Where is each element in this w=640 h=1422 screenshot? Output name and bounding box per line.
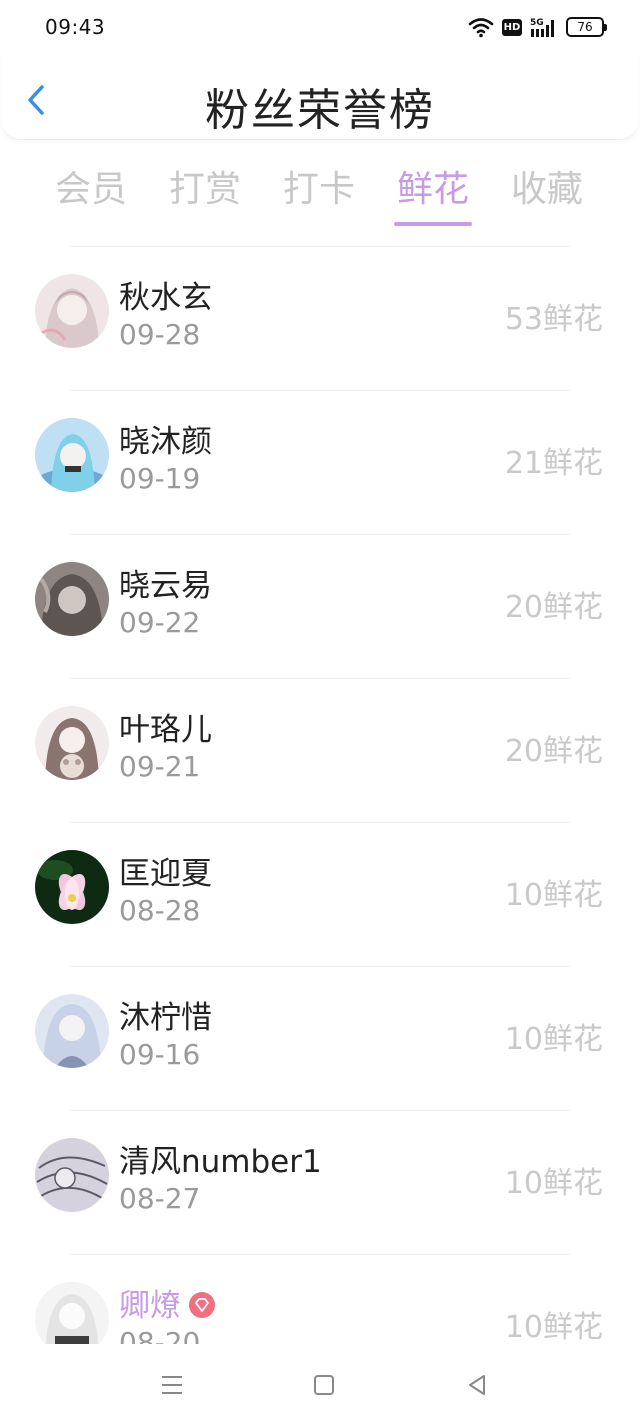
divider bbox=[70, 1110, 570, 1111]
fan-date: 08-27 bbox=[119, 1182, 201, 1215]
list-item[interactable]: 清风number1 08-27 10鲜花 bbox=[0, 1110, 640, 1254]
fan-date: 09-22 bbox=[119, 606, 201, 639]
list-item[interactable]: 匡迎夏 08-28 10鲜花 bbox=[0, 822, 640, 966]
fan-name[interactable]: 秋水玄 bbox=[119, 272, 212, 317]
fan-name[interactable]: 晓云易 bbox=[119, 560, 212, 605]
menu-icon[interactable] bbox=[157, 1370, 187, 1400]
fan-name[interactable]: 卿燎 bbox=[119, 1280, 215, 1325]
battery-level: 76 bbox=[577, 20, 593, 34]
tab-flowers[interactable]: 鲜花 bbox=[388, 160, 478, 212]
fan-name[interactable]: 叶珞儿 bbox=[119, 704, 212, 749]
page-title: 粉丝荣誉榜 bbox=[205, 85, 435, 136]
divider bbox=[70, 246, 570, 247]
list-item[interactable]: 晓云易 09-22 20鲜花 bbox=[0, 534, 640, 678]
fan-date: 09-21 bbox=[119, 750, 201, 783]
avatar[interactable] bbox=[35, 418, 109, 492]
tab-bar: 会员 打赏 打卡 鲜花 收藏 bbox=[0, 160, 640, 232]
flower-count: 10鲜花 bbox=[504, 1022, 603, 1057]
divider bbox=[70, 390, 570, 391]
tab-favorites[interactable]: 收藏 bbox=[502, 160, 592, 212]
fan-date: 09-19 bbox=[119, 462, 201, 495]
divider bbox=[70, 822, 570, 823]
divider bbox=[70, 1254, 570, 1255]
flower-count: 20鲜花 bbox=[504, 734, 603, 769]
fan-date: 08-20 bbox=[119, 1326, 201, 1344]
tab-checkin[interactable]: 打卡 bbox=[274, 160, 364, 212]
home-square-icon[interactable] bbox=[309, 1370, 339, 1400]
status-icons: HD 5G 76 bbox=[468, 16, 607, 38]
avatar[interactable] bbox=[35, 274, 109, 348]
flower-count: 21鲜花 bbox=[504, 446, 603, 481]
active-tab-indicator bbox=[394, 222, 472, 226]
signal-5g-icon: 5G bbox=[530, 18, 554, 37]
list-item[interactable]: 晓沐颜 09-19 21鲜花 bbox=[0, 390, 640, 534]
list-item[interactable]: 沐柠惜 09-16 10鲜花 bbox=[0, 966, 640, 1110]
fan-name[interactable]: 沐柠惜 bbox=[119, 992, 212, 1037]
fan-date: 09-16 bbox=[119, 1038, 201, 1071]
fan-name[interactable]: 晓沐颜 bbox=[119, 416, 212, 461]
divider bbox=[70, 534, 570, 535]
avatar[interactable] bbox=[35, 706, 109, 780]
avatar[interactable] bbox=[35, 562, 109, 636]
avatar[interactable] bbox=[35, 994, 109, 1068]
vip-diamond-icon bbox=[189, 1291, 215, 1318]
avatar[interactable] bbox=[35, 850, 109, 924]
fan-date: 08-28 bbox=[119, 894, 201, 927]
header: 粉丝荣誉榜 bbox=[2, 56, 638, 140]
status-bar: 09:43 HD 5G 76 bbox=[0, 0, 640, 56]
list-item[interactable]: 叶珞儿 09-21 20鲜花 bbox=[0, 678, 640, 822]
fan-name[interactable]: 清风number1 bbox=[119, 1136, 322, 1181]
fan-name-text: 卿燎 bbox=[119, 1288, 181, 1324]
flower-count: 20鲜花 bbox=[504, 590, 603, 625]
fan-ranking-list: 秋水玄 09-28 53鲜花 晓沐颜 09-19 21鲜花 晓云易 09-22 … bbox=[0, 246, 640, 1344]
flower-count: 53鲜花 bbox=[504, 302, 603, 337]
divider bbox=[70, 966, 570, 967]
hd-icon: HD bbox=[502, 18, 522, 36]
system-nav-bar bbox=[0, 1344, 640, 1422]
back-triangle-icon[interactable] bbox=[462, 1370, 492, 1400]
list-item[interactable]: 秋水玄 09-28 53鲜花 bbox=[0, 246, 640, 390]
flower-count: 10鲜花 bbox=[504, 1166, 603, 1201]
list-item[interactable]: 卿燎 08-20 10鲜花 bbox=[0, 1254, 640, 1344]
flower-count: 10鲜花 bbox=[504, 1310, 603, 1344]
battery-icon: 76 bbox=[566, 17, 607, 37]
tab-member[interactable]: 会员 bbox=[46, 160, 136, 212]
status-time: 09:43 bbox=[45, 15, 106, 39]
fan-name[interactable]: 匡迎夏 bbox=[119, 848, 212, 893]
tab-reward[interactable]: 打赏 bbox=[160, 160, 250, 212]
divider bbox=[70, 678, 570, 679]
fan-date: 09-28 bbox=[119, 318, 201, 351]
flower-count: 10鲜花 bbox=[504, 878, 603, 913]
avatar[interactable] bbox=[35, 1138, 109, 1212]
network-label: 5G bbox=[530, 18, 544, 28]
wifi-icon bbox=[468, 18, 494, 38]
avatar[interactable] bbox=[35, 1282, 109, 1344]
